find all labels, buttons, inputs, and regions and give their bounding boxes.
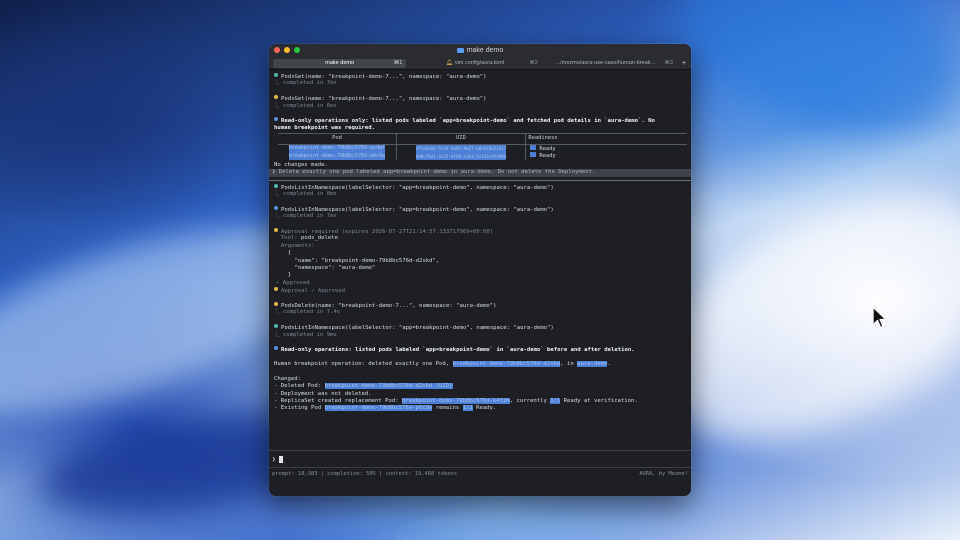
tab-aura-use-case[interactable]: …/mezmo/aura-use-case/human-break… ⌘3 [544,59,677,68]
brand-label: AURA, by Mezmo! [639,471,688,477]
change-item: - Deleted Pod: breakpoint-demo-79b8bc576… [274,383,453,390]
status-dot [274,228,278,233]
zoom-button[interactable] [294,47,300,53]
status-dot [274,73,278,77]
text-cursor [278,455,283,463]
approval-args: } [281,272,292,279]
minimize-button[interactable] [284,47,290,53]
log-entry: PodsListInNamespace(labelSelector: "app=… [274,183,687,191]
status-dot [274,324,278,329]
approval-args: "namespace": "aura-demo" [281,264,376,271]
tab-shortcut: ⌘2 [529,60,538,66]
change-item: - Deployment was not deleted. [274,390,372,397]
window-title: make demo [466,47,504,54]
log-status: ⎿ completed in 8ms [274,191,337,198]
bell-icon: 🔔︎ [445,60,453,66]
approval-block: Approval required (expires 2026-07-27T21… [274,228,687,235]
status-dot [274,205,278,210]
approval-args: { [281,250,292,257]
log-entry: PodsListInNamespace(labelSelector: "app=… [274,324,687,331]
tab-shortcut: ⌘3 [664,60,673,66]
log-entry: Read-only operations only: listed pods l… [274,117,687,124]
log-entry: PodsGet(name: "breakpoint-demo-7...", na… [274,95,687,102]
prompt-input-area[interactable]: ❯ [269,450,691,468]
change-item: - ReplicaSet created replacement Pod: br… [274,398,638,405]
status-dot [274,287,278,292]
approval-args: "name": "breakpoint-demo-79b8bc576d-d2sk… [281,257,440,264]
log-status: ⎿ completed in 7ms [274,213,337,220]
new-tab-button[interactable]: + [679,60,689,67]
approved-check: ✓ Approved [276,279,310,286]
status-dot [274,95,278,100]
status-dot [274,301,278,306]
tab-make-demo[interactable]: make demo ⌘1 [273,58,407,68]
summary-title: Read-only operations: listed pods labele… [274,346,687,353]
approval-args-label: Arguments: [281,242,315,249]
tab-shortcut: ⌘1 [393,60,403,66]
tab-label: …/mezmo/aura-use-case/human-break… [554,60,656,66]
tab-label: vim config/aura.toml [454,60,505,66]
pods-table: Pod UID Readiness breakpoint-demo-79b8bc… [278,133,687,160]
approval-result: Approval ✓ Approved [274,287,687,294]
wallpaper-streak [661,0,960,164]
tab-vim-config[interactable]: 🔔︎ vim config/aura.toml ⌘2 [408,59,541,68]
terminal-window: make demo make demo ⌘1 🔔︎ vim config/aur… [269,44,691,496]
tab-bar: make demo ⌘1 🔔︎ vim config/aura.toml ⌘2 … [269,57,691,70]
log-status: ⎿ completed in 9ms [274,331,337,338]
terminal-output: PodsGet(name: "breakpoint-demo-7...", na… [269,70,691,413]
log-status: ⎿ completed in 7.4s [274,309,341,316]
log-text: No changes made. [274,161,328,168]
approval-tool: Tool: pods_delete [280,235,339,242]
change-item: - Existing Pod breakpoint-demo-79b8bc576… [274,405,497,412]
summary-operation: Human breakpoint operation: deleted exac… [274,361,611,368]
title-bar: make demo [269,44,691,57]
close-button[interactable] [274,47,280,53]
status-bar: prompt: 18,983 | completion: 505 | conte… [269,468,691,480]
mouse-pointer-icon [872,306,887,329]
folder-icon [456,48,464,53]
tab-label: make demo [325,60,355,66]
status-dot [274,183,278,188]
table-row: breakpoint-demo-79b8bc576d-p6c9w 9d0c7b4… [278,152,687,160]
prompt-symbol: ❯ [272,455,276,463]
status-dot [274,117,278,122]
window-controls [274,47,300,53]
table-header: Pod UID Readiness [278,133,687,146]
table-row: breakpoint-demo-79b8bc576d-gzdpf 4f1a2e8… [278,144,687,153]
log-status: ⎿ completed in 6ms [274,102,337,109]
status-dot [274,346,278,351]
log-text: human breakpoint was required. [274,124,376,131]
token-usage: prompt: 18,983 | completion: 505 | conte… [272,471,457,477]
user-message: ❯ Delete exactly one pod labeled app=bre… [269,169,691,177]
log-status: ⎿ completed in 7ms [274,80,337,87]
changed-label: Changed: [274,375,301,382]
